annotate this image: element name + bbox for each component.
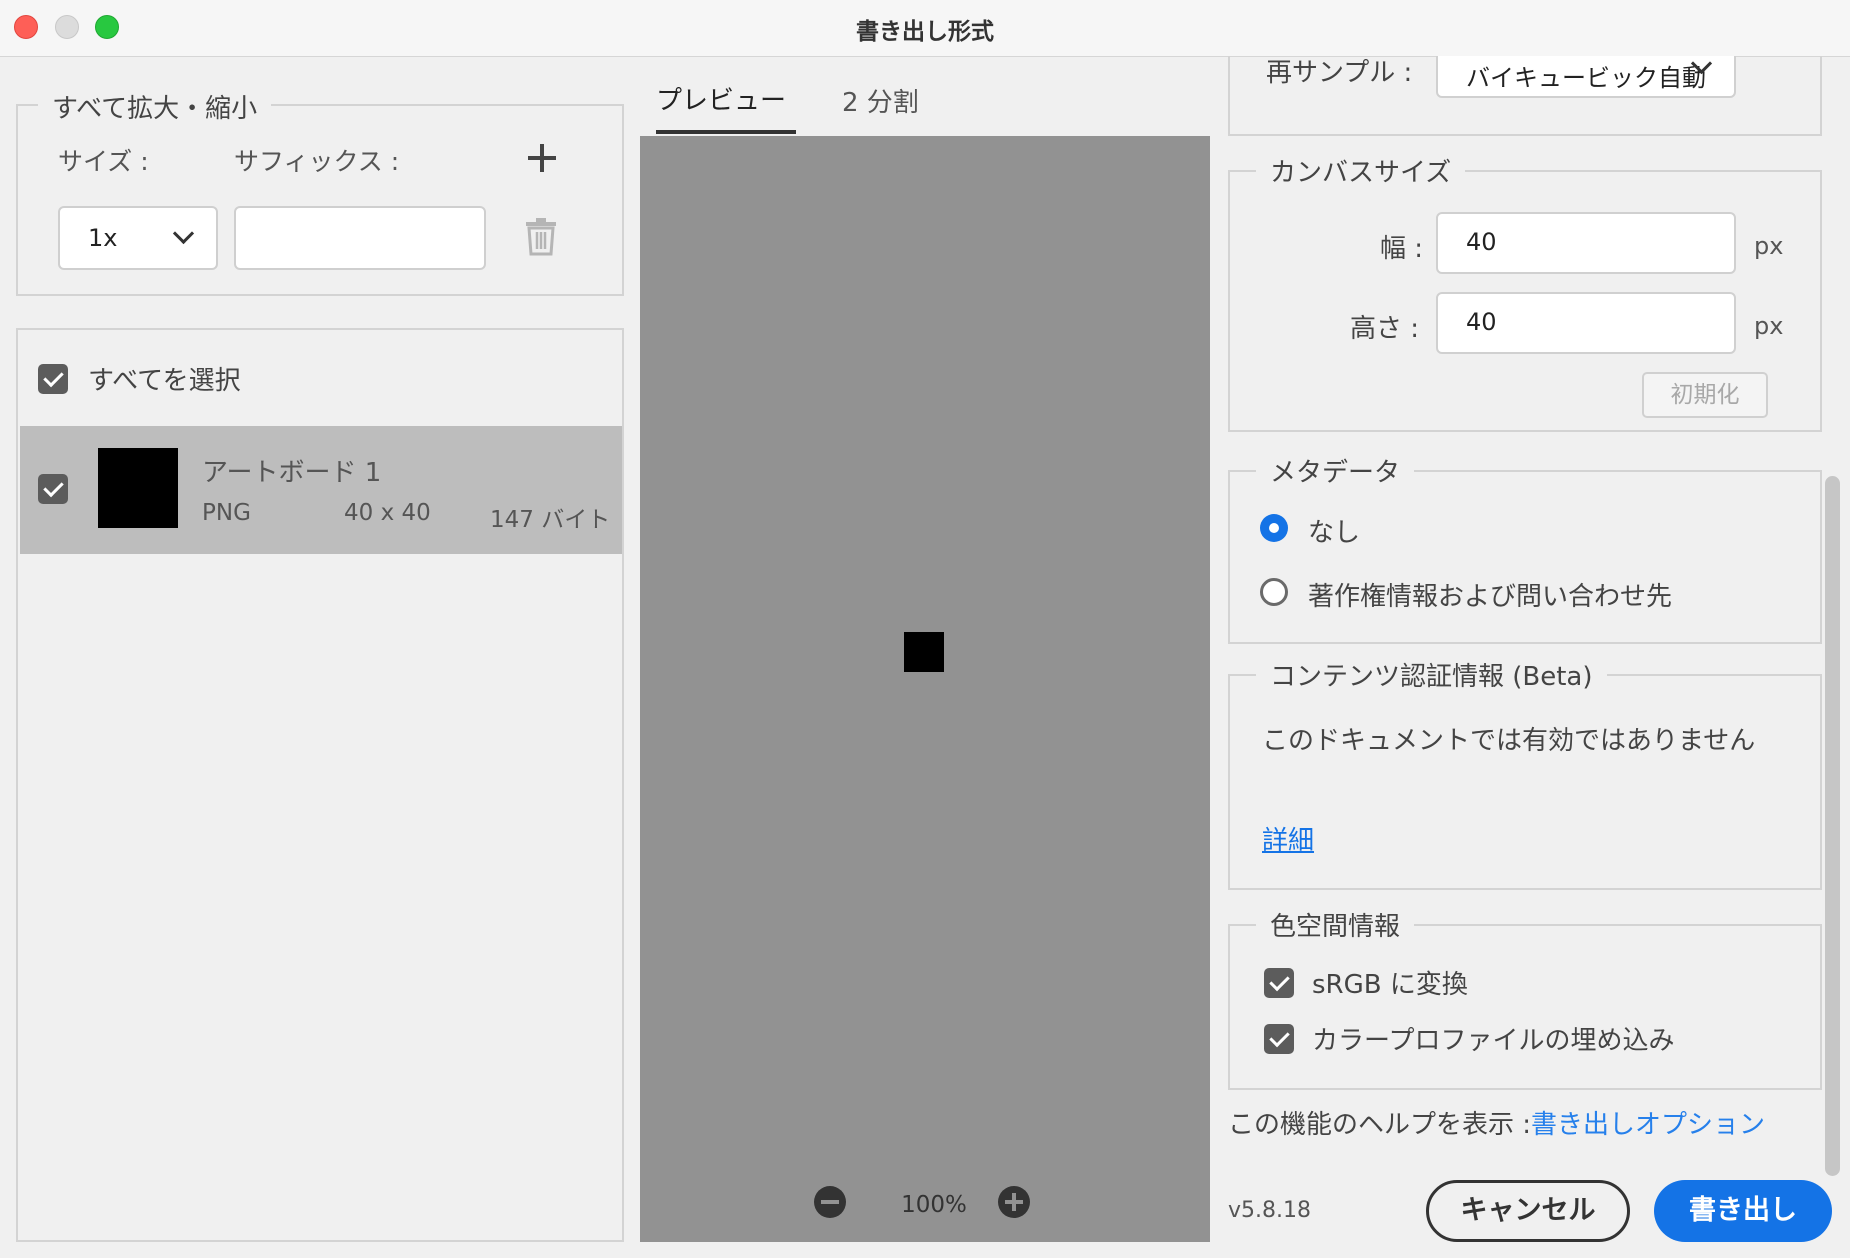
srgb-label: sRGB に変換 [1312,970,1468,1000]
srgb-checkbox[interactable] [1264,968,1294,998]
canvas-height-value: 40 [1466,308,1497,336]
asset-format: PNG [202,500,251,526]
asset-file-size: 147 バイト [490,507,611,533]
tab-split[interactable]: 2 分割 [842,82,919,119]
cancel-button[interactable]: キャンセル [1426,1180,1630,1242]
canvas-height-input[interactable]: 40 [1436,292,1736,354]
color-space-legend: 色空間情報 [1256,906,1415,943]
help-export-options-link[interactable]: 書き出しオプション [1531,1110,1765,1140]
canvas-height-unit: px [1754,312,1784,340]
zoom-level: 100% [901,1192,967,1218]
embed-profile-checkbox[interactable] [1264,1024,1294,1054]
content-credentials-message: このドキュメントでは有効ではありません [1262,726,1756,756]
preview-artwork [904,632,944,672]
resample-dropdown-value: バイキュービック自動 [1466,64,1706,92]
resample-dropdown[interactable]: バイキュービック自動 [1436,56,1736,98]
help-prefix: この機能のヘルプを表示 : [1228,1110,1532,1140]
scale-dropdown-value: 1x [88,224,118,252]
metadata-copyright-radio[interactable] [1260,578,1288,606]
asset-dimensions: 40 x 40 [344,500,431,526]
embed-profile-label: カラープロファイルの埋め込み [1312,1026,1675,1056]
zoom-in-button[interactable] [998,1186,1030,1218]
asset-checkbox[interactable] [38,474,68,504]
version-label: v5.8.18 [1228,1198,1311,1223]
color-space-section [1228,924,1822,1090]
asset-name: アートボード 1 [202,458,382,488]
settings-panel: 再サンプル : バイキュービック自動 カンバスサイズ 幅 : 40 px 高さ … [1210,56,1850,1258]
reset-button[interactable]: 初期化 [1642,372,1768,418]
canvas-height-label: 高さ : [1350,314,1420,344]
asset-list: すべてを選択 アートボード 1 PNG 40 x 40 147 バイト [16,328,624,1242]
metadata-none-radio[interactable] [1260,514,1288,542]
active-tab-indicator [656,130,796,134]
canvas-width-unit: px [1754,232,1784,260]
title-bar: 書き出し形式 [0,0,1850,57]
canvas-width-input[interactable]: 40 [1436,212,1736,274]
canvas-width-label: 幅 : [1380,234,1424,264]
window-title: 書き出し形式 [856,19,994,45]
content-credentials-legend: コンテンツ認証情報 (Beta) [1256,656,1607,693]
metadata-none-label: なし [1308,518,1361,548]
scale-section-legend: すべて拡大・縮小 [38,88,272,125]
size-label: サイズ : [58,147,149,176]
zoom-out-button[interactable] [814,1186,846,1218]
add-scale-button[interactable] [524,140,560,176]
metadata-copyright-label: 著作権情報および問い合わせ先 [1308,582,1673,612]
suffix-input[interactable] [234,206,486,270]
scale-dropdown[interactable]: 1x [58,206,218,270]
resample-label: 再サンプル : [1266,58,1413,88]
plus-icon-v [1012,1193,1016,1211]
content-credentials-section [1228,674,1822,890]
suffix-label: サフィックス : [234,147,400,176]
chevron-down-icon [172,222,195,245]
settings-scrollbar[interactable] [1825,476,1840,1176]
minus-icon [821,1200,839,1204]
content-credentials-details-link[interactable]: 詳細 [1262,820,1314,857]
export-dialog: 書き出し形式 すべて拡大・縮小 サイズ : サフィックス : 1x すべてを選択… [0,0,1850,1258]
metadata-section [1228,470,1822,644]
select-all-checkbox[interactable] [38,364,68,394]
asset-row[interactable]: アートボード 1 PNG 40 x 40 147 バイト [20,426,622,554]
export-button[interactable]: 書き出し [1654,1180,1832,1242]
trash-icon[interactable] [524,218,558,256]
metadata-legend: メタデータ [1256,452,1415,489]
canvas-width-value: 40 [1466,228,1497,256]
select-all-label: すべてを選択 [88,366,241,396]
tab-preview[interactable]: プレビュー [656,80,786,117]
canvas-size-legend: カンバスサイズ [1256,152,1466,189]
preview-canvas[interactable]: 100% [640,136,1210,1242]
help-text: この機能のヘルプを表示 :書き出しオプション [1228,1104,1765,1141]
asset-thumbnail [98,448,178,528]
